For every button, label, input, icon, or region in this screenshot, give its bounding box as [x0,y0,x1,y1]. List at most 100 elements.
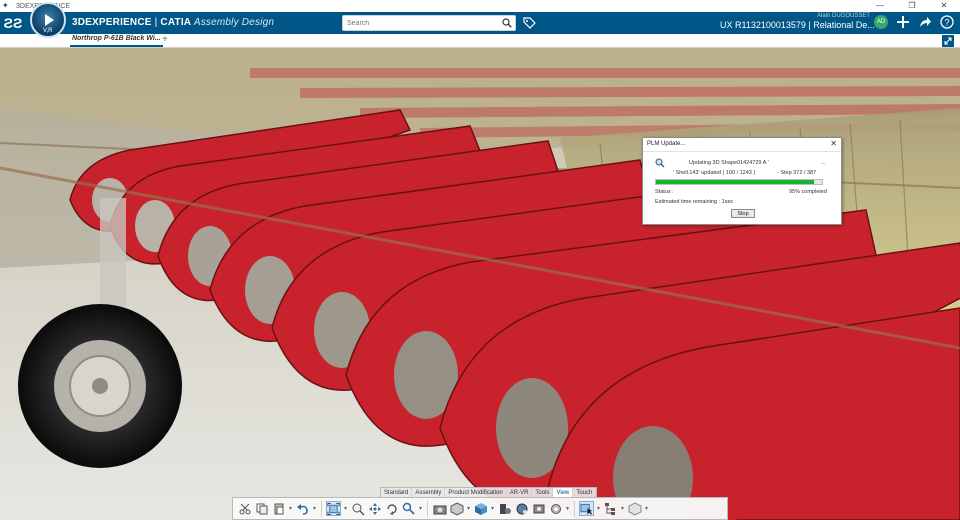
updating-shape-text: Updating 3D Shape01424729 A ' [689,160,769,166]
header-icons: AD ? [874,15,954,29]
search-icon[interactable] [502,18,512,28]
chevron-down-icon[interactable]: ▾ [620,505,625,512]
tab-standard[interactable]: Standard [381,488,413,497]
toolbar-divider [427,500,428,517]
3d-model-render[interactable] [0,48,960,520]
search-input[interactable] [343,16,493,31]
zoom-tool[interactable] [350,501,365,516]
ground-tool[interactable] [531,501,546,516]
play-icon [45,14,54,26]
minimize-button[interactable]: — [864,0,896,12]
tree-tool[interactable] [603,501,618,516]
app-header: ƧƧ 3DEXPERIENCE | CATIA Assembly Design … [0,12,960,34]
updating-ellipsis: ... [821,160,826,166]
fit-all-tool[interactable] [326,501,341,516]
undo-icon [296,503,308,515]
toolbar-divider [321,500,322,517]
dassault-logo-icon[interactable]: ƧƧ [0,15,26,31]
rotate-icon [386,503,397,515]
add-tab-button[interactable]: + [162,34,168,45]
explode-tool[interactable] [548,501,563,516]
chevron-down-icon[interactable]: ▾ [312,505,317,512]
copy-tool[interactable] [254,501,269,516]
search-view-tool[interactable] [401,501,416,516]
chevron-down-icon[interactable]: ▾ [490,505,495,512]
tab-tools[interactable]: Tools [532,488,554,497]
pan-tool[interactable] [367,501,382,516]
tab-ar-vr[interactable]: AR-VR [507,488,533,497]
collab-space[interactable]: UX R1132100013579 | Relational De... [720,20,875,30]
chevron-down-icon[interactable]: ▾ [644,505,649,512]
render-style-tool[interactable] [473,501,488,516]
brand-3dexperience: 3DEXPERIENCE [72,17,152,28]
share-icon[interactable] [918,15,932,29]
svg-text:?: ? [945,18,950,28]
tag-icon[interactable] [522,16,536,30]
chevron-down-icon[interactable]: ▾ [466,505,471,512]
chevron-down-icon[interactable]: ▾ [288,505,293,512]
pan-icon [368,502,381,515]
action-bar-tabs: Standard Assembly Product Modification A… [380,487,598,497]
tab-northrop-p61b[interactable]: Northrop P-61B Black Wi... [70,35,163,47]
restore-button[interactable]: ❐ [896,0,928,12]
undo-tool[interactable] [295,501,310,516]
chevron-down-icon[interactable]: ▾ [343,505,348,512]
avatar[interactable]: AD [874,15,888,29]
compass-icon[interactable]: V,R [30,2,66,38]
toolbar: ▾ ▾ ▾ ▾ ▾ ▾ ▾ ▾ ▾ ▾ [232,497,728,520]
add-icon[interactable] [896,15,910,29]
chevron-down-icon[interactable]: ▾ [565,505,570,512]
user-name: Alain DUGOUSSET [816,13,870,19]
lighting-tool[interactable] [497,501,512,516]
help-icon[interactable]: ? [940,15,954,29]
camera-icon [433,505,446,514]
dialog-title-bar: PLM Update... ✕ [643,138,841,152]
window-title-bar: ✦ 3DEXPERIENCE — ❐ ✕ [0,0,960,12]
copy-icon [256,503,267,514]
box-icon [628,501,641,516]
lighting-icon [499,503,511,514]
tab-touch[interactable]: Touch [573,488,597,497]
more-view-tool[interactable] [627,501,642,516]
app-brand: 3DEXPERIENCE | CATIA Assembly Design [72,17,274,28]
globe-icon [516,503,527,514]
progress-bar [655,179,823,185]
cursor-select-tool[interactable] [579,501,594,516]
view-mode-tool[interactable] [449,501,464,516]
scissors-icon [239,503,250,514]
close-window-button[interactable]: ✕ [928,0,960,12]
maximize-viewer-icon[interactable] [942,35,954,47]
ambience-tool[interactable] [514,501,529,516]
compass-label: V,R [43,28,53,34]
cut-tool[interactable] [237,501,252,516]
brand-catia: CATIA [160,17,192,28]
plm-update-dialog: PLM Update... ✕ Updating 3D Shape0142472… [642,137,842,225]
search-box[interactable] [342,15,516,31]
capture-tool[interactable] [432,501,447,516]
tree-icon [604,502,615,515]
shaded-cube-icon [474,502,487,515]
tab-product-modification[interactable]: Product Modification [445,488,507,497]
toolbar-divider [574,500,575,517]
status-value: 95% completed [789,189,827,195]
window-controls: — ❐ ✕ [864,0,960,12]
gear-icon [550,503,561,514]
tab-assembly[interactable]: Assembly [412,488,446,497]
3d-viewport[interactable]: PLM Update... ✕ Updating 3D Shape0142472… [0,48,960,520]
fit-all-icon [327,502,340,515]
magnifier-icon [402,502,415,515]
step-counter: - Step 372 / 387 [777,170,817,176]
dialog-close-button[interactable]: ✕ [830,139,837,148]
chevron-down-icon[interactable]: ▾ [596,505,601,512]
paste-icon [274,503,283,514]
user-context[interactable]: Alain DUGOUSSET UX R1132100013579 | Rela… [720,13,875,30]
update-search-icon [655,158,665,168]
paste-tool[interactable] [271,501,286,516]
rotate-tool[interactable] [384,501,399,516]
chevron-down-icon[interactable]: ▾ [418,505,423,512]
cursor-icon [580,503,593,515]
stop-button[interactable]: Stop [731,209,755,218]
zoom-icon [352,503,365,516]
tab-view[interactable]: View [553,488,574,497]
cube-icon [450,501,463,516]
